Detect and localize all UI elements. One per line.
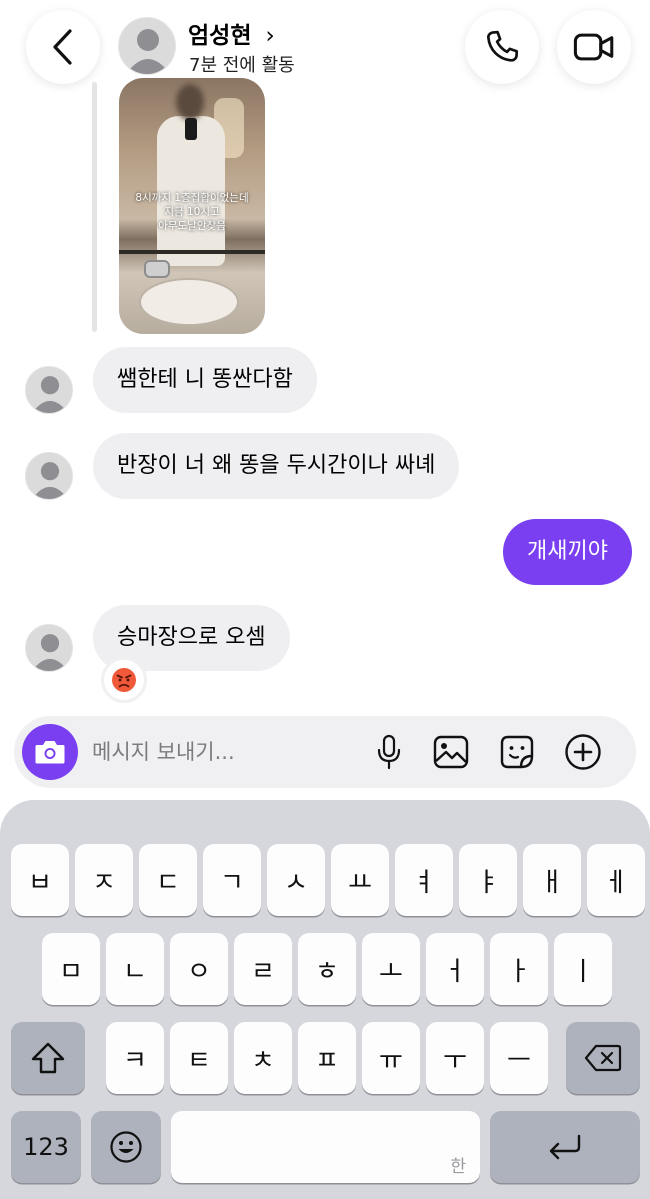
key[interactable]: ㅑ	[459, 844, 517, 916]
photo-sink	[139, 278, 239, 326]
sender-avatar[interactable]	[25, 624, 73, 672]
delete-key[interactable]	[566, 1022, 640, 1094]
my-message-bubble[interactable]: 개새끼야	[503, 519, 632, 585]
chevron-left-icon	[53, 29, 72, 65]
caption-line: 아무도날안찾음	[158, 220, 226, 232]
key[interactable]: ㅅ	[267, 844, 325, 916]
key[interactable]: ㅠ	[362, 1022, 420, 1094]
space-key[interactable]: 한	[171, 1111, 480, 1183]
more-options-button[interactable]	[564, 733, 602, 771]
photo-phone	[185, 118, 197, 140]
caption-line: 지금 10시고	[164, 206, 220, 218]
photo-blurred-face	[176, 84, 204, 120]
key[interactable]: ㅂ	[11, 844, 69, 916]
message-input[interactable]	[92, 732, 362, 772]
return-key[interactable]	[490, 1111, 640, 1183]
return-arrow-icon	[549, 1134, 581, 1160]
angry-face-icon	[112, 668, 136, 692]
name-chevron-icon: ›	[265, 23, 275, 49]
contact-name: 엄성현	[188, 23, 252, 49]
key[interactable]: ㅗ	[362, 933, 420, 1005]
key[interactable]: ㄹ	[234, 933, 292, 1005]
back-button[interactable]	[26, 10, 100, 84]
key[interactable]: ㅛ	[331, 844, 389, 916]
video-call-button[interactable]	[557, 10, 631, 84]
photo-faucet	[144, 260, 170, 278]
contact-avatar[interactable]	[118, 17, 176, 75]
key[interactable]: ㅕ	[395, 844, 453, 916]
key[interactable]: ㅊ	[234, 1022, 292, 1094]
video-camera-icon	[573, 33, 614, 61]
shift-key[interactable]	[11, 1022, 85, 1094]
voice-message-button[interactable]	[370, 733, 408, 771]
message-reaction[interactable]	[101, 657, 147, 703]
key[interactable]: ㅓ	[426, 933, 484, 1005]
key[interactable]: ㅔ	[587, 844, 645, 916]
gallery-button[interactable]	[432, 733, 470, 771]
microphone-icon	[377, 734, 401, 770]
plus-circle-icon	[565, 734, 601, 770]
default-user-icon	[32, 634, 68, 671]
key[interactable]: ㅈ	[75, 844, 133, 916]
default-user-icon	[32, 376, 68, 413]
key[interactable]: ㅋ	[106, 1022, 164, 1094]
key[interactable]: ㄷ	[139, 844, 197, 916]
key[interactable]: ㅣ	[554, 933, 612, 1005]
default-user-icon	[126, 29, 170, 74]
korean-keyboard: ㅂ ㅈ ㄷ ㄱ ㅅ ㅛ ㅕ ㅑ ㅐ ㅔ ㅁ ㄴ ㅇ ㄹ ㅎ ㅗ ㅓ ㅏ ㅣ ㅋ …	[0, 800, 650, 1199]
message-bubble[interactable]: 반장이 너 왜 똥을 두시간이나 싸녜	[93, 433, 460, 499]
sender-avatar[interactable]	[25, 366, 73, 414]
key[interactable]: ㅜ	[426, 1022, 484, 1094]
backspace-icon	[584, 1044, 622, 1072]
space-language-hint: 한	[450, 1157, 466, 1177]
message-bubble[interactable]: 쌤한테 니 똥싼다함	[93, 347, 317, 413]
photo-caption: 8시까지 1층집합이었는데 지금 10시고 아무도날안찾음	[119, 191, 265, 233]
key[interactable]: ㅍ	[298, 1022, 356, 1094]
camera-button[interactable]	[22, 724, 78, 780]
key[interactable]: ㅡ	[490, 1022, 548, 1094]
contact-name-link[interactable]: 엄성현 ›	[188, 16, 275, 50]
reply-indicator-bar	[92, 82, 97, 332]
default-user-icon	[32, 462, 68, 499]
shift-arrow-icon	[31, 1042, 65, 1074]
key[interactable]: ㅌ	[170, 1022, 228, 1094]
sticker-icon	[500, 735, 534, 769]
message-composer	[14, 716, 636, 788]
key[interactable]: ㄱ	[203, 844, 261, 916]
active-status: 7분 전에 활동	[189, 55, 295, 76]
chat-header: 엄성현 › 7분 전에 활동	[0, 0, 650, 90]
numbers-key[interactable]: 123	[11, 1111, 81, 1183]
caption-line: 8시까지 1층집합이었는데	[135, 192, 249, 204]
phone-icon	[487, 30, 519, 62]
voice-call-button[interactable]	[465, 10, 539, 84]
key[interactable]: ㅁ	[42, 933, 100, 1005]
sender-avatar[interactable]	[25, 452, 73, 500]
camera-icon	[35, 741, 65, 764]
sticker-button[interactable]	[498, 733, 536, 771]
shared-photo[interactable]: 8시까지 1층집합이었는데 지금 10시고 아무도날안찾음	[119, 78, 265, 334]
emoji-key[interactable]	[91, 1111, 161, 1183]
key[interactable]: ㅐ	[523, 844, 581, 916]
key[interactable]: ㄴ	[106, 933, 164, 1005]
key[interactable]: ㅎ	[298, 933, 356, 1005]
key[interactable]: ㅏ	[490, 933, 548, 1005]
emoji-icon	[110, 1131, 142, 1163]
key[interactable]: ㅇ	[170, 933, 228, 1005]
photo-counter	[119, 250, 265, 254]
image-icon	[433, 735, 469, 769]
